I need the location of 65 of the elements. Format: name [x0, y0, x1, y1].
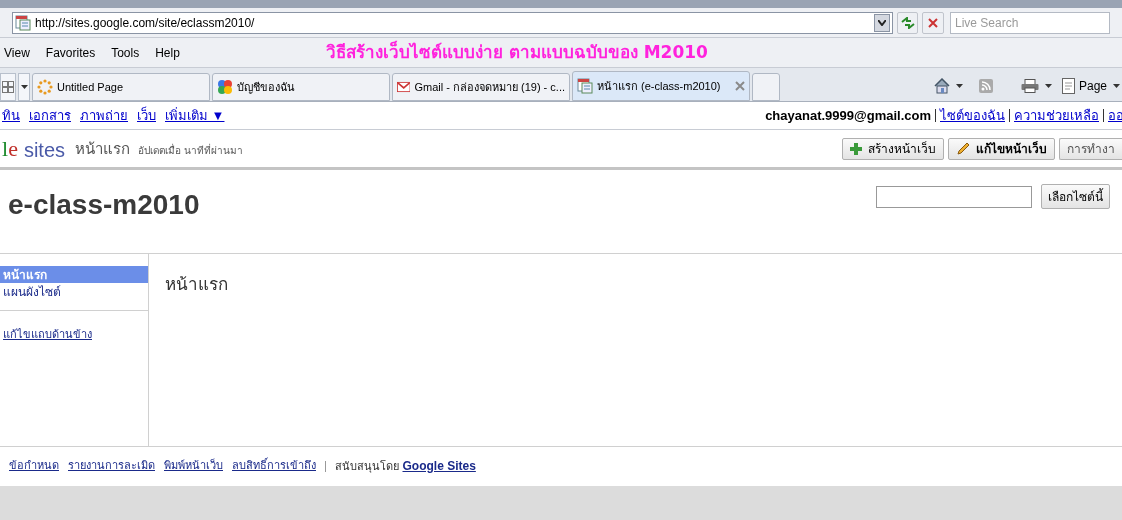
account-email: chayanat.9999@gmail.com: [765, 106, 931, 125]
page-icon: [577, 78, 593, 94]
site-title: e-class-m2010: [8, 188, 200, 222]
close-icon[interactable]: [735, 81, 745, 91]
home-icon: [933, 78, 950, 94]
update-status: อัปเดตเมื่อ นาทีที่ผ่านมา: [138, 143, 244, 158]
spinner-icon: [37, 79, 53, 95]
menu-item[interactable]: View: [4, 43, 38, 62]
account-link[interactable]: ไซต์ของฉัน: [940, 105, 1005, 126]
banner-title: วิธีสร้างเว็บไซต์แบบง่าย ตามแบบฉบับของ M2010: [325, 39, 708, 64]
caret-icon: [20, 85, 28, 89]
browser-tab[interactable]: Untitled Page: [32, 73, 210, 101]
caret-icon: [1113, 84, 1120, 88]
nav-link[interactable]: ภาพถ่าย: [80, 105, 128, 126]
powered-by-text: สนับสนุนโดย Google Sites: [335, 458, 476, 476]
browser-tab[interactable]: บัญชีของฉัน: [212, 73, 390, 101]
content-heading: หน้าแรก: [165, 274, 228, 294]
page-menu-button[interactable]: Page: [1061, 77, 1120, 95]
address-field[interactable]: http://sites.google.com/site/eclassm2010/: [12, 11, 893, 34]
footer-link[interactable]: ข้อกำหนด: [9, 458, 59, 475]
nav-link[interactable]: เว็บ: [137, 105, 156, 126]
toolbar-button[interactable]: สร้างหน้าเว็บ: [842, 137, 944, 160]
home-button[interactable]: [933, 78, 963, 94]
tab-list-button[interactable]: [18, 73, 30, 101]
caret-icon: [877, 19, 886, 26]
menu-item[interactable]: Tools: [103, 43, 148, 62]
account-icon: [217, 79, 233, 95]
browser-tab[interactable]: หน้าแรก (e-class-m2010): [572, 71, 750, 101]
search-field[interactable]: Live Search: [950, 11, 1110, 34]
footer-link[interactable]: พิมพ์หน้าเว็บ: [164, 458, 223, 475]
site-search-field[interactable]: [876, 186, 1032, 208]
toolbar-button[interactable]: การทำงา: [1059, 137, 1122, 160]
browser-tab[interactable]: Gmail - กล่องจดหมาย (19) - c...: [392, 73, 570, 101]
close-icon: [928, 17, 939, 28]
page-icon: [1061, 78, 1076, 94]
nav-link[interactable]: ทิน: [2, 105, 20, 126]
menu-item[interactable]: Favorites: [37, 43, 104, 62]
dropdown-button[interactable]: [873, 13, 890, 32]
google-sites-link[interactable]: Google Sites: [402, 459, 476, 474]
edit-sidebar-link[interactable]: แก้ไขแถบด้านข้าง: [3, 328, 92, 341]
nav-link[interactable]: เอกสาร: [29, 105, 71, 126]
refresh-icon: [900, 16, 915, 29]
caret-icon: [1044, 84, 1052, 88]
pencil-icon: [956, 141, 970, 156]
site-search-button[interactable]: เลือกไซต์นี้: [1041, 184, 1110, 209]
feed-icon[interactable]: [978, 79, 993, 93]
page-name: หน้าแรก: [75, 139, 130, 161]
print-button[interactable]: [1020, 79, 1052, 93]
sidebar-item[interactable]: แผนผังไซต์: [0, 283, 148, 300]
sites-logo: le sites: [2, 137, 65, 160]
quick-tabs-button[interactable]: [0, 73, 16, 101]
stop-button[interactable]: [922, 11, 944, 34]
nav-link[interactable]: เพิ่มเติม ▼: [165, 105, 225, 126]
menu-item[interactable]: Help: [147, 43, 188, 62]
toolbar-button[interactable]: แก้ไขหน้าเว็บ: [948, 137, 1055, 160]
footer-link[interactable]: รายงานการละเมิด: [68, 458, 155, 475]
printer-icon: [1020, 79, 1039, 93]
mail-icon: [397, 81, 411, 93]
account-link[interactable]: ความช่วยเหลือ: [1014, 105, 1099, 126]
footer-link[interactable]: ลบสิทธิ์การเข้าถึง: [232, 458, 316, 475]
plus-icon: [850, 142, 862, 155]
grid-icon: [2, 81, 14, 93]
page-icon: [15, 14, 31, 31]
refresh-button[interactable]: [896, 11, 919, 34]
caret-icon: [955, 84, 963, 88]
